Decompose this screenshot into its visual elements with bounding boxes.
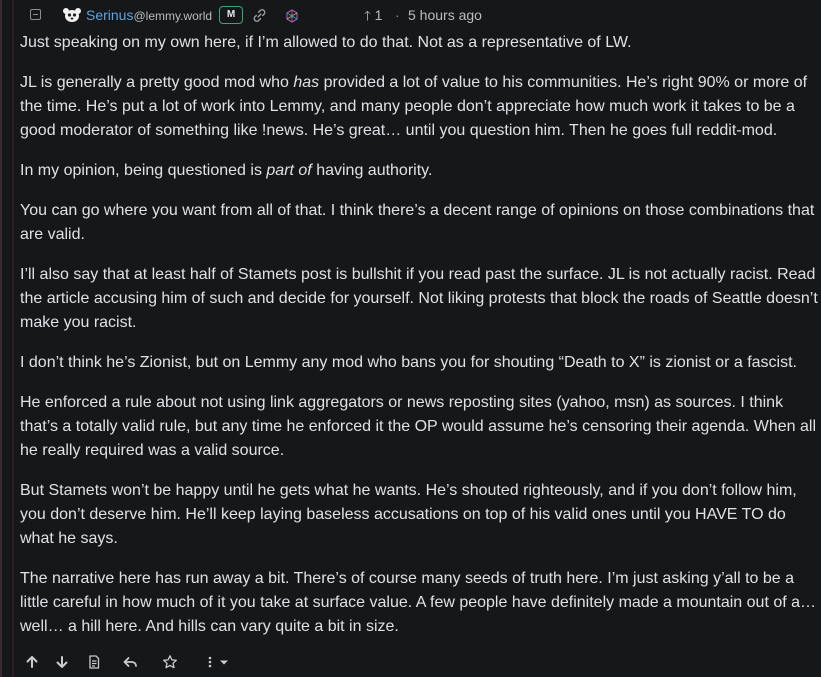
reply-icon[interactable] <box>122 654 138 670</box>
comment-paragraph: The narrative here has run away a bit. T… <box>20 567 821 639</box>
paragraph-text: I don’t think he’s Zionist, but on Lemmy… <box>20 354 797 371</box>
comment-paragraph: Just speaking on my own here, if I’m all… <box>20 31 821 55</box>
comment-body: Just speaking on my own here, if I’m all… <box>20 31 821 655</box>
user-instance: @lemmy.world <box>133 9 213 23</box>
comment-thread-line <box>12 0 14 677</box>
comment-paragraph: He enforced a rule about not using link … <box>20 391 821 463</box>
emphasized-text: part of <box>266 162 312 179</box>
username-link[interactable]: Serinus@lemmy.world <box>86 7 212 23</box>
upvote-icon[interactable] <box>24 654 40 670</box>
separator: · <box>395 7 400 23</box>
link-icon[interactable] <box>252 8 267 23</box>
paragraph-text: But Stamets won’t be happy until he gets… <box>20 482 797 547</box>
comment-paragraph: JL is generally a pretty good mod who ha… <box>20 71 821 143</box>
star-icon[interactable] <box>162 654 178 670</box>
comment-timestamp[interactable]: 5 hours ago <box>408 7 482 23</box>
paragraph-text: I’ll also say that at least half of Stam… <box>20 266 818 331</box>
collapse-comment-button[interactable] <box>30 9 41 20</box>
downvote-icon[interactable] <box>54 654 70 670</box>
comment-paragraph: In my opinion, being questioned is part … <box>20 159 821 183</box>
username: Serinus <box>86 7 134 23</box>
comment-paragraph: I don’t think he’s Zionist, but on Lemmy… <box>20 351 821 375</box>
comment-paragraph: I’ll also say that at least half of Stam… <box>20 263 821 335</box>
paragraph-text: JL is generally a pretty good mod who <box>20 74 294 91</box>
comment: Serinus@lemmy.world M 🡑 1 · 5 hours ago … <box>0 0 821 677</box>
paragraph-text: having authority. <box>311 162 433 179</box>
comment-paragraph: You can go where you want from all of th… <box>20 199 821 247</box>
view-source-icon[interactable] <box>86 654 102 670</box>
more-options-icon[interactable] <box>204 654 232 670</box>
moderator-badge: M <box>219 6 243 24</box>
score-arrow-icon: 🡑 <box>364 8 371 23</box>
paragraph-text: He enforced a rule about not using link … <box>20 394 817 459</box>
score-value: 1 <box>374 7 383 23</box>
comment-actions <box>2 650 821 674</box>
emphasized-text: has <box>293 74 320 91</box>
paragraph-text: In my opinion, being questioned is <box>20 162 267 179</box>
comment-header: Serinus@lemmy.world M 🡑 1 · 5 hours ago <box>2 0 821 32</box>
paragraph-text: Just speaking on my own here, if I’m all… <box>20 34 632 51</box>
comment-score: 🡑 1 <box>364 7 382 29</box>
user-avatar[interactable] <box>62 7 82 23</box>
paragraph-text: You can go where you want from all of th… <box>20 202 815 243</box>
fediverse-icon[interactable] <box>285 9 299 23</box>
comment-paragraph: But Stamets won’t be happy until he gets… <box>20 479 821 551</box>
paragraph-text: The narrative here has run away a bit. T… <box>20 570 817 635</box>
